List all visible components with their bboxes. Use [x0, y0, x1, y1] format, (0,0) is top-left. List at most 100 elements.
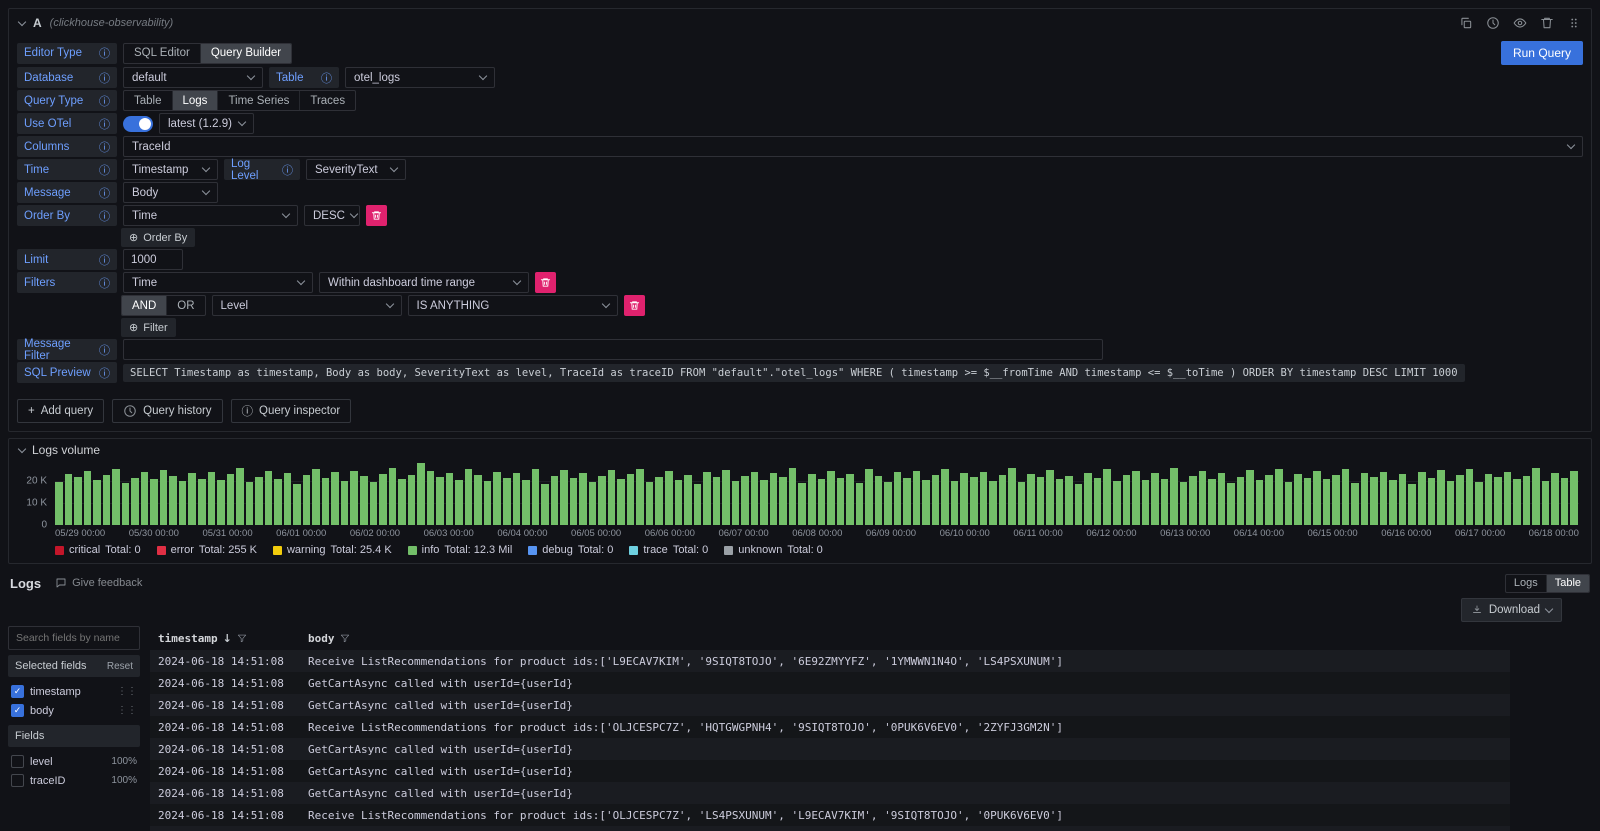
order-by-field-select[interactable]: Time [123, 205, 298, 226]
info-icon[interactable]: ⓘ [282, 162, 293, 178]
message-filter-input[interactable] [123, 339, 1103, 360]
info-icon[interactable]: ⓘ [99, 365, 110, 381]
column-header-body[interactable]: body [300, 626, 1510, 650]
filter-icon[interactable] [340, 633, 350, 643]
info-icon[interactable]: ⓘ [99, 185, 110, 201]
run-query-button[interactable]: Run Query [1501, 41, 1583, 65]
volume-bar [1389, 480, 1397, 525]
editor-type-query-builder[interactable]: Query Builder [201, 44, 291, 63]
remove-filter-button[interactable] [535, 272, 556, 293]
table-row[interactable]: 2024-06-18 14:51:08GetCartAsync called w… [150, 672, 1510, 694]
field-item[interactable]: level100% [8, 752, 140, 771]
info-icon[interactable]: ⓘ [99, 208, 110, 224]
table-row[interactable]: 2024-06-18 14:51:08GetCartAsync called w… [150, 782, 1510, 804]
database-select[interactable]: default [123, 67, 263, 88]
query-type-table[interactable]: Table [124, 91, 173, 110]
add-order-by-button[interactable]: ⊕ Order By [121, 228, 195, 247]
volume-bar [1046, 470, 1054, 525]
remove-filter2-button[interactable] [624, 295, 645, 316]
query-inspector-button[interactable]: ⓘ Query inspector [231, 399, 352, 423]
logs-table-area: Download timestamp ↓ [150, 598, 1592, 831]
table-row[interactable]: 2024-06-18 14:51:08Receive ListRecommend… [150, 716, 1510, 738]
sort-desc-icon[interactable]: ↓ [223, 632, 232, 645]
field-checkbox[interactable]: ✓ [11, 685, 24, 698]
selected-field-item[interactable]: ✓timestamp⋮⋮ [8, 682, 140, 701]
columns-multiselect[interactable]: TraceId [123, 136, 1583, 157]
legend-item[interactable]: unknownTotal: 0 [724, 544, 823, 556]
volume-bar [865, 469, 873, 525]
volume-bar [455, 480, 463, 525]
field-checkbox[interactable]: ✓ [11, 704, 24, 717]
info-icon[interactable]: ⓘ [99, 275, 110, 291]
editor-type-sql-editor[interactable]: SQL Editor [124, 44, 201, 63]
info-icon[interactable]: ⓘ [99, 252, 110, 268]
info-icon[interactable]: ⓘ [99, 162, 110, 178]
table-row[interactable]: 2024-06-18 14:51:08GetCartAsync called w… [150, 760, 1510, 782]
volume-bar [846, 474, 854, 525]
volume-bar [427, 471, 435, 525]
legend-item[interactable]: criticalTotal: 0 [55, 544, 141, 556]
query-type-time-series[interactable]: Time Series [218, 91, 300, 110]
field-checkbox[interactable] [11, 774, 24, 787]
table-row[interactable]: 2024-06-18 14:51:08Receive ListRecommend… [150, 650, 1510, 672]
collapse-chevron-icon[interactable] [18, 17, 26, 25]
filter-join-or[interactable]: OR [167, 296, 204, 315]
use-otel-toggle[interactable] [123, 116, 153, 132]
table-row[interactable]: 2024-06-18 14:51:08Receive ListRecommend… [150, 804, 1510, 826]
volume-bar [532, 469, 540, 525]
info-icon[interactable]: ⓘ [99, 70, 110, 86]
add-filter-button[interactable]: ⊕ Filter [121, 318, 176, 337]
info-icon[interactable]: ⓘ [321, 70, 332, 86]
info-icon[interactable]: ⓘ [99, 342, 110, 358]
table-row[interactable]: 2024-06-18 14:51:08Receive ListRecommend… [150, 826, 1510, 831]
message-column-select[interactable]: Body [123, 182, 218, 203]
drag-handle-icon[interactable]: ⋮⋮ [117, 705, 137, 716]
drag-handle-icon[interactable] [1567, 16, 1581, 30]
field-checkbox[interactable] [11, 755, 24, 768]
view-option-logs[interactable]: Logs [1506, 575, 1547, 592]
filter2-field-select[interactable]: Level [212, 295, 402, 316]
query-type-traces[interactable]: Traces [300, 91, 355, 110]
legend-item[interactable]: infoTotal: 12.3 Mil [408, 544, 513, 556]
query-history-icon[interactable] [1486, 16, 1500, 30]
volume-bar [579, 473, 587, 525]
remove-order-by-button[interactable] [366, 205, 387, 226]
legend-item[interactable]: errorTotal: 255 K [157, 544, 257, 556]
reset-fields-button[interactable]: Reset [107, 661, 133, 672]
query-history-button[interactable]: Query history [112, 399, 222, 423]
search-fields-input[interactable] [8, 626, 140, 650]
query-type-logs[interactable]: Logs [173, 91, 219, 110]
add-query-button[interactable]: + Add query [17, 399, 104, 423]
view-option-table[interactable]: Table [1547, 575, 1589, 592]
column-header-timestamp[interactable]: timestamp ↓ [150, 626, 300, 650]
info-icon[interactable]: ⓘ [99, 45, 110, 61]
order-by-direction-select[interactable]: DESC [304, 205, 360, 226]
table-row[interactable]: 2024-06-18 14:51:08GetCartAsync called w… [150, 694, 1510, 716]
drag-handle-icon[interactable]: ⋮⋮ [117, 686, 137, 697]
filter-icon[interactable] [237, 633, 247, 643]
table-row[interactable]: 2024-06-18 14:51:08GetCartAsync called w… [150, 738, 1510, 760]
info-icon[interactable]: ⓘ [99, 139, 110, 155]
limit-input[interactable] [123, 249, 183, 270]
remove-query-trash-icon[interactable] [1540, 16, 1554, 30]
legend-item[interactable]: debugTotal: 0 [528, 544, 613, 556]
give-feedback-link[interactable]: Give feedback [55, 577, 142, 589]
selected-field-item[interactable]: ✓body⋮⋮ [8, 701, 140, 720]
download-button[interactable]: Download [1461, 598, 1562, 622]
table-select[interactable]: otel_logs [345, 67, 495, 88]
filter-join-and[interactable]: AND [122, 296, 167, 315]
info-icon[interactable]: ⓘ [99, 116, 110, 132]
legend-item[interactable]: traceTotal: 0 [629, 544, 708, 556]
filter-operator-select[interactable]: Within dashboard time range [319, 272, 529, 293]
hide-response-eye-icon[interactable] [1513, 16, 1527, 30]
collapse-chevron-icon[interactable] [18, 444, 26, 452]
log-level-select[interactable]: SeverityText [306, 159, 406, 180]
otel-version-select[interactable]: latest (1.2.9) [159, 113, 254, 134]
filter2-operator-select[interactable]: IS ANYTHING [408, 295, 618, 316]
field-item[interactable]: traceID100% [8, 771, 140, 790]
legend-item[interactable]: warningTotal: 25.4 K [273, 544, 392, 556]
info-icon[interactable]: ⓘ [99, 93, 110, 109]
filter-field-select[interactable]: Time [123, 272, 313, 293]
duplicate-query-button[interactable] [1459, 16, 1473, 30]
time-column-select[interactable]: Timestamp [123, 159, 218, 180]
